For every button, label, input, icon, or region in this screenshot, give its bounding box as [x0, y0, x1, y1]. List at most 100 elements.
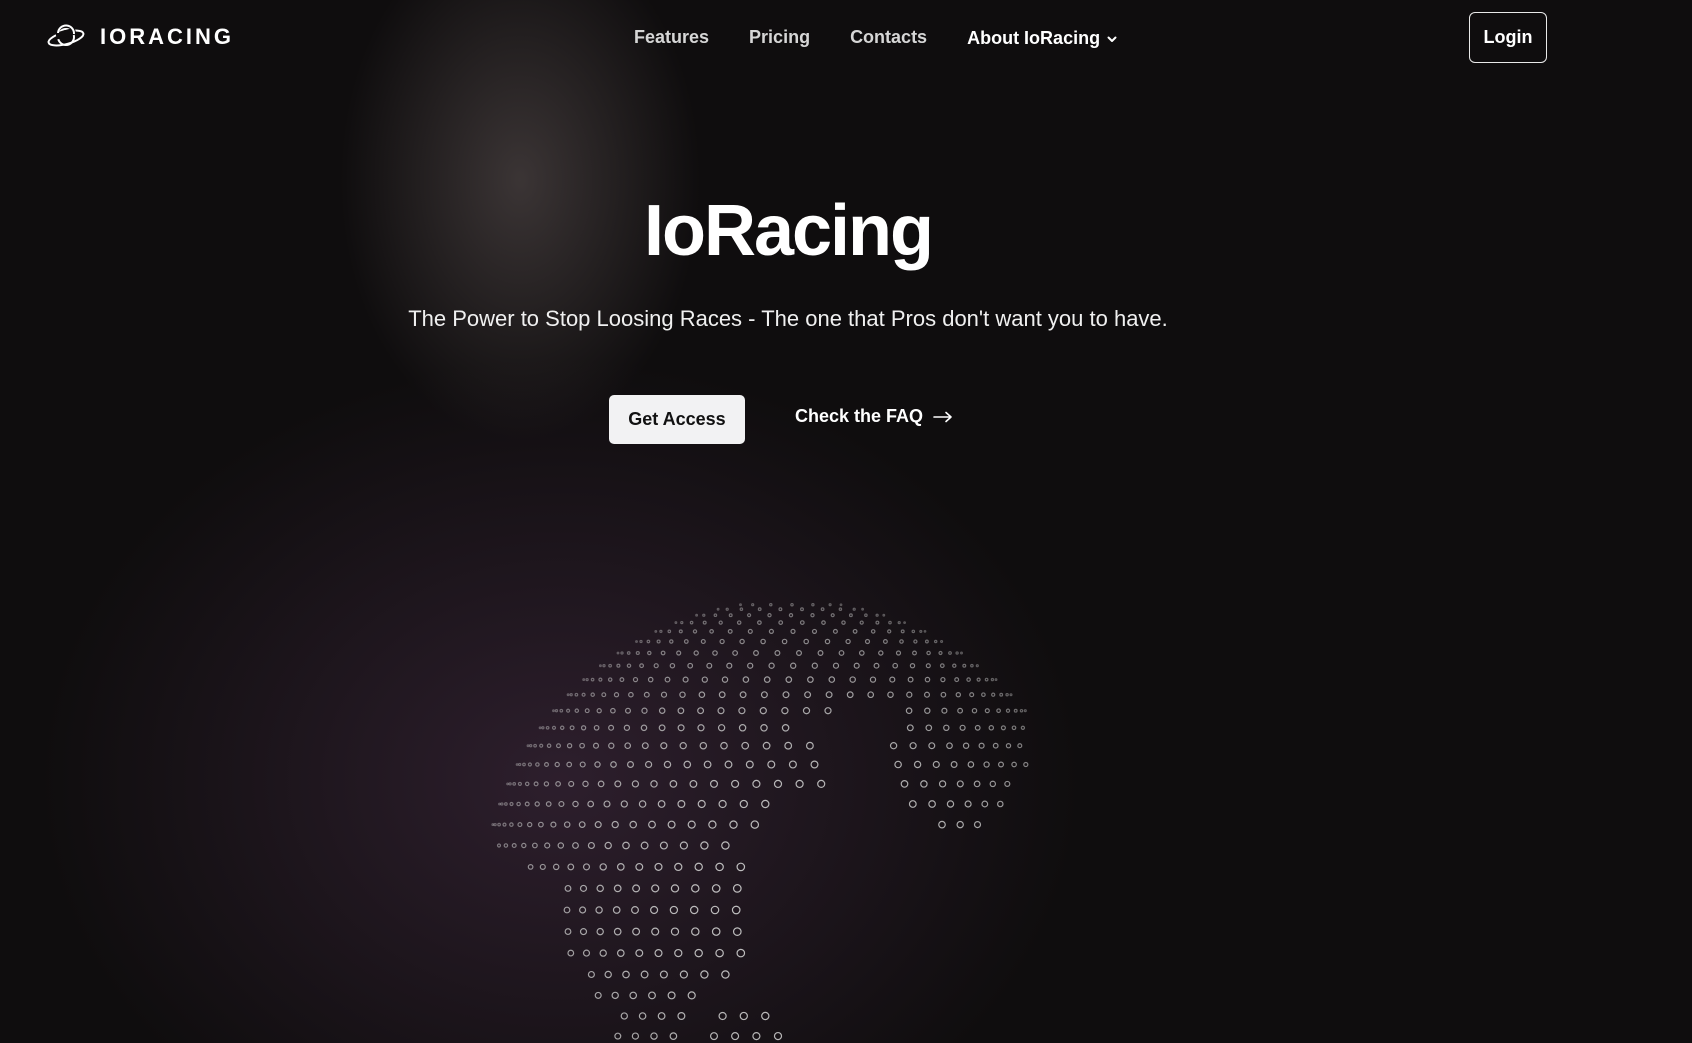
globe-dot	[506, 782, 510, 786]
globe-dot	[887, 691, 894, 698]
globe-dot	[959, 724, 966, 731]
globe-dot	[500, 802, 504, 806]
globe-dot	[785, 676, 793, 683]
globe-dot	[973, 821, 982, 829]
globe-dot	[825, 691, 833, 699]
globe-dot	[579, 906, 587, 914]
globe-dot	[654, 862, 663, 871]
globe-dot	[629, 991, 638, 1000]
globe-dot	[646, 639, 651, 644]
globe-dot	[769, 602, 773, 607]
globe-dot	[788, 760, 797, 769]
globe-dot	[552, 709, 555, 713]
globe-dot	[811, 628, 818, 634]
nav-link-pricing[interactable]: Pricing	[749, 27, 810, 48]
globe-dot	[736, 620, 742, 625]
globe-dot	[752, 1032, 761, 1041]
globe-dot	[741, 741, 750, 750]
globe-dot	[967, 761, 975, 768]
globe-dot	[878, 650, 884, 656]
arrow-right-icon	[933, 411, 952, 422]
globe-dot	[604, 970, 612, 979]
globe-dot	[738, 724, 747, 732]
globe-dot	[674, 621, 678, 625]
globe-dot	[651, 884, 660, 893]
globe-dot	[795, 779, 804, 789]
globe-dot	[623, 724, 631, 731]
check-faq-link[interactable]: Check the FAQ	[795, 406, 953, 427]
globe-dot	[587, 841, 595, 850]
globe-dot	[697, 707, 705, 715]
globe-dot	[752, 779, 761, 788]
globe-dot	[747, 662, 754, 669]
globe-dot	[629, 820, 638, 829]
globe-dot	[713, 613, 718, 618]
globe-dot	[1013, 708, 1018, 713]
globe-dot	[677, 800, 686, 808]
globe-dot	[687, 662, 694, 669]
globe-dot	[919, 629, 923, 633]
globe-dot	[882, 613, 886, 617]
nav-link-features[interactable]: Features	[634, 27, 709, 48]
globe-dot	[701, 676, 708, 683]
globe-dot	[962, 742, 970, 749]
globe-dot	[524, 801, 530, 807]
globe-dot	[638, 800, 647, 808]
globe-dot	[773, 779, 783, 789]
globe-dot	[738, 707, 746, 715]
nav-link-contacts[interactable]: Contacts	[850, 27, 927, 48]
globe-dot	[693, 650, 699, 656]
globe-dot	[643, 691, 650, 698]
globe-dot	[660, 650, 666, 656]
globe-dot	[984, 708, 990, 714]
globe-dot	[582, 678, 586, 682]
nav-dropdown-about[interactable]: About IoRacing	[967, 28, 1118, 49]
globe-dot	[717, 724, 726, 732]
globe-dot	[644, 760, 653, 769]
globe-dot	[974, 724, 981, 731]
globe-dot	[712, 650, 718, 656]
globe-dot	[817, 779, 826, 789]
globe-dot	[517, 822, 523, 828]
globe-dot	[527, 821, 533, 828]
login-button[interactable]: Login	[1469, 12, 1547, 63]
globe-dot	[538, 821, 544, 828]
globe-dot	[625, 707, 631, 714]
globe-dot	[648, 991, 656, 1000]
globe-dot	[527, 864, 534, 870]
globe-dot	[532, 842, 538, 849]
get-access-button[interactable]: Get Access	[609, 395, 745, 444]
landing-page: IORACING Features Pricing Contacts About…	[0, 0, 1692, 1043]
globe-dot	[800, 607, 804, 612]
globe-dot	[669, 780, 678, 788]
globe-dot	[900, 629, 905, 634]
globe-dot	[660, 691, 668, 698]
globe-dot	[593, 724, 600, 731]
globe-dot	[620, 1012, 628, 1020]
globe-dot	[903, 621, 906, 624]
globe-dot	[607, 677, 613, 682]
brand-logo[interactable]: IORACING	[46, 22, 234, 52]
check-faq-label: Check the FAQ	[795, 406, 924, 426]
globe-dot	[679, 742, 687, 750]
globe-dot	[567, 863, 575, 871]
hero-subtitle: The Power to Stop Loosing Races - The on…	[408, 306, 1168, 331]
globe-dot	[563, 906, 571, 914]
globe-dot	[956, 780, 964, 788]
globe-dot	[781, 724, 790, 732]
globe-dot	[913, 639, 918, 644]
globe-dot	[582, 949, 591, 957]
globe-dot	[838, 607, 843, 611]
globe-dot	[1009, 693, 1013, 697]
globe-dot	[824, 638, 831, 645]
globe-dot	[924, 639, 929, 644]
globe-dot	[799, 620, 805, 625]
globe-dot	[614, 780, 622, 788]
globe-dot	[875, 613, 879, 617]
globe-dot	[700, 841, 709, 850]
globe-dot	[569, 725, 575, 731]
globe-dot	[778, 620, 784, 625]
globe-dot	[940, 676, 946, 683]
globe-dot	[579, 884, 588, 892]
globe-dot	[820, 607, 825, 612]
